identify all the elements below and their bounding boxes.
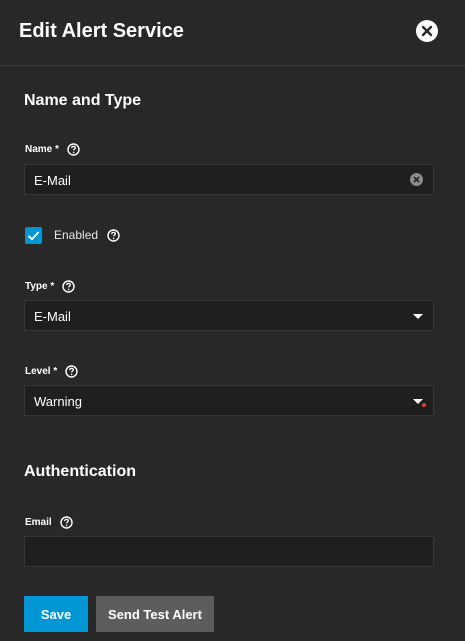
save-button[interactable]: Save: [24, 596, 88, 632]
enabled-label-text: Enabled: [54, 228, 99, 242]
name-input-value: E-Mail: [34, 173, 71, 188]
dialog-header: Edit Alert Service: [0, 0, 465, 66]
enabled-checkbox[interactable]: [25, 227, 42, 244]
name-input[interactable]: E-Mail: [24, 164, 434, 195]
type-select-value: E-Mail: [34, 309, 71, 324]
edit-alert-service-dialog: Edit Alert Service Name and Type Name * …: [0, 0, 465, 641]
chevron-down-icon: [413, 314, 423, 319]
close-button[interactable]: [416, 20, 438, 42]
send-test-alert-button[interactable]: Send Test Alert: [96, 596, 214, 632]
check-icon: [27, 231, 40, 241]
help-icon[interactable]: [107, 228, 120, 242]
email-label-text: Email: [25, 517, 52, 528]
clear-icon[interactable]: [410, 173, 423, 186]
type-select[interactable]: E-Mail: [24, 300, 434, 331]
type-label-text: Type *: [25, 281, 55, 292]
required-indicator: [422, 403, 426, 407]
name-label-text: Name *: [25, 144, 59, 155]
name-field-label: Name *: [25, 143, 80, 156]
email-input[interactable]: [24, 536, 434, 567]
level-label-text: Level *: [25, 366, 58, 377]
dialog-title: Edit Alert Service: [19, 20, 184, 42]
help-icon[interactable]: [59, 516, 73, 529]
help-icon[interactable]: [62, 280, 75, 293]
section-title-authentication: Authentication: [24, 463, 136, 480]
email-field-label: Email: [25, 516, 73, 529]
level-field-label: Level *: [25, 365, 78, 378]
close-icon: [421, 25, 433, 37]
help-icon[interactable]: [67, 143, 80, 156]
enabled-label: Enabled: [54, 228, 120, 242]
type-field-label: Type *: [25, 280, 75, 293]
section-title-name-and-type: Name and Type: [24, 92, 142, 109]
level-select-value: Warning: [34, 394, 82, 409]
level-select[interactable]: Warning: [24, 385, 434, 416]
help-icon[interactable]: [65, 365, 78, 378]
